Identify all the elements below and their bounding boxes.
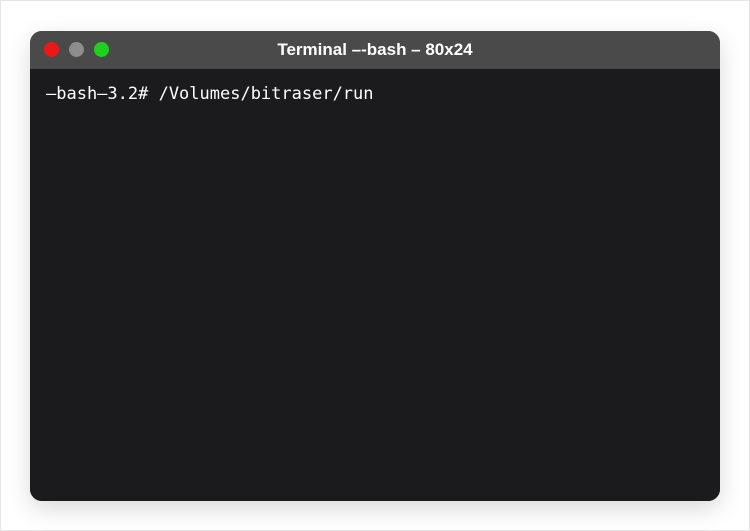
zoom-icon[interactable] [94, 42, 109, 57]
terminal-line: –bash–3.2# /Volumes/bitraser/run [46, 83, 704, 107]
close-icon[interactable] [44, 42, 59, 57]
window-title: Terminal –-bash – 80x24 [30, 40, 720, 60]
traffic-lights [44, 42, 109, 57]
title-bar: Terminal –-bash – 80x24 [30, 31, 720, 69]
minimize-icon[interactable] [69, 42, 84, 57]
terminal-window: Terminal –-bash – 80x24 –bash–3.2# /Volu… [30, 31, 720, 501]
terminal-body[interactable]: –bash–3.2# /Volumes/bitraser/run [30, 69, 720, 501]
